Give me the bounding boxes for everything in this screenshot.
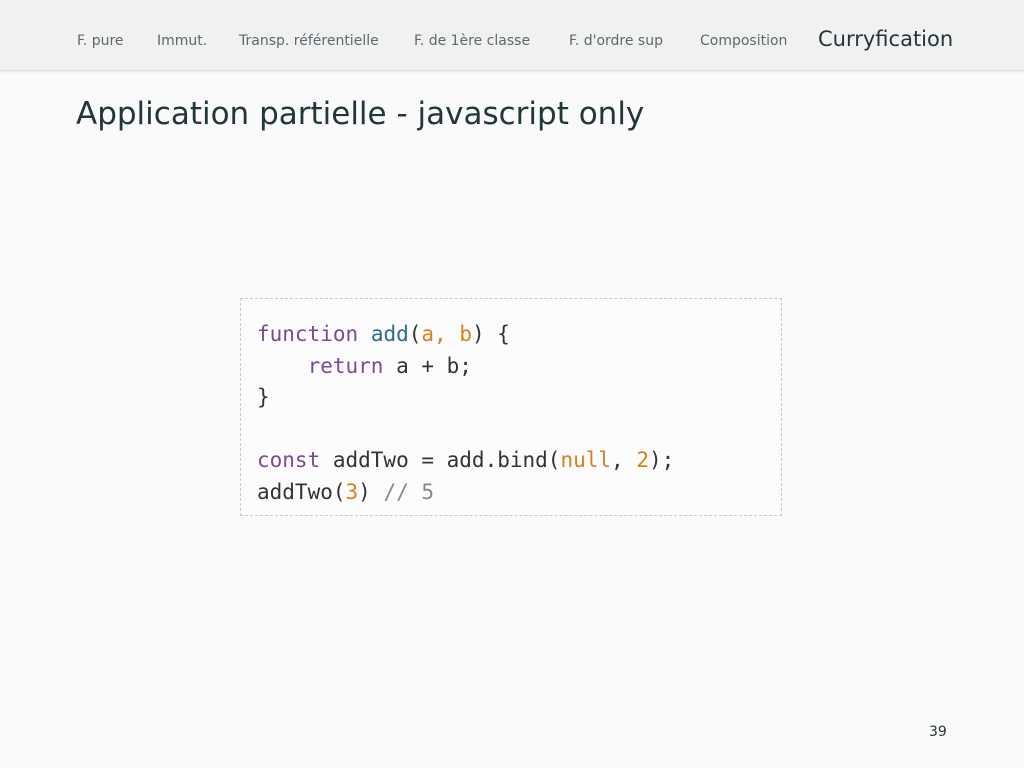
- code-block: function add(a, b) { return a + b; } con…: [240, 298, 782, 516]
- keyword-const: const: [257, 448, 321, 472]
- literal-three: 3: [345, 479, 359, 504]
- literal-two: 2: [636, 448, 649, 472]
- nav-item-composition[interactable]: Composition: [700, 33, 787, 49]
- code-line-5: const addTwo = add.bind(null, 2);: [257, 448, 675, 472]
- nav-item-transp-referentielle[interactable]: Transp. référentielle: [239, 33, 379, 49]
- nav-item-immut[interactable]: Immut.: [157, 33, 207, 49]
- literal-null: null: [560, 448, 612, 472]
- nav-item-f-premiere-classe[interactable]: F. de 1ère classe: [414, 33, 530, 49]
- parameters: a, b: [421, 322, 472, 346]
- code-line-3: }: [257, 385, 270, 409]
- function-name-add: add: [370, 322, 409, 346]
- code-listing: function add(a, b) { return a + b; } con…: [257, 319, 674, 508]
- keyword-return: return: [307, 353, 384, 378]
- page-number: 39: [929, 724, 947, 740]
- section-navigation-bar: F. pure Immut. Transp. référentielle F. …: [0, 0, 1024, 71]
- nav-item-curryfication-active[interactable]: Curryfication: [818, 27, 953, 51]
- slide-title: Application partielle - javascript only: [76, 96, 645, 132]
- code-comment: // 5: [383, 479, 435, 504]
- nav-item-f-pure[interactable]: F. pure: [77, 33, 124, 49]
- code-line-1: function add(a, b) {: [257, 322, 510, 346]
- code-line-6: addTwo(3) // 5: [257, 479, 435, 504]
- code-line-2: return a + b;: [307, 353, 472, 378]
- nav-item-f-ordre-sup[interactable]: F. d'ordre sup: [569, 33, 663, 49]
- keyword-function: function: [257, 322, 359, 346]
